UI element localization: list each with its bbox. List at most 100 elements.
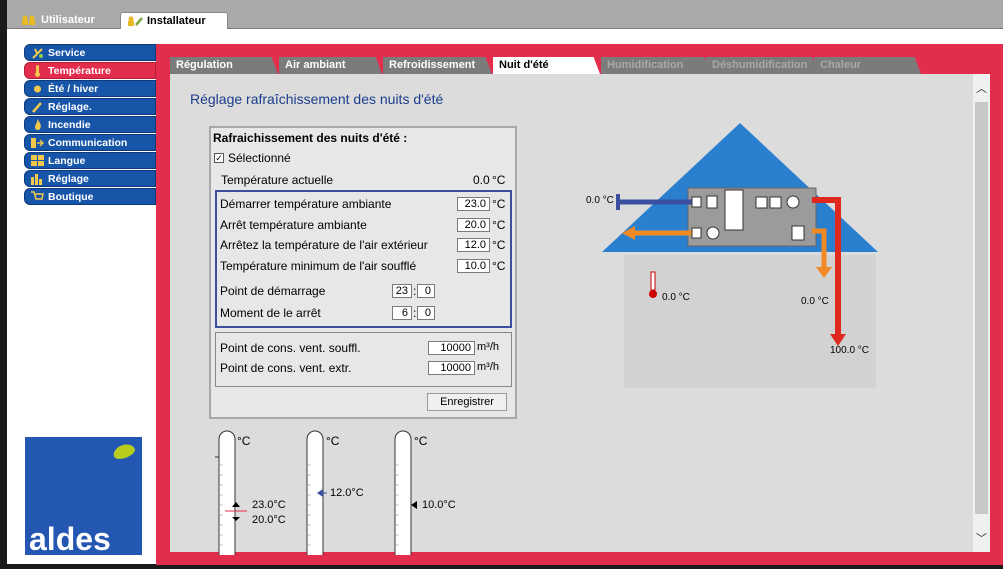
cart-icon [31,191,44,200]
tab-label: Chaleur [820,59,861,71]
tab-nuit-ete[interactable]: Nuit d'été [493,57,600,74]
tab-refroidissement[interactable]: Refroidissement [383,57,492,74]
window-left-border [0,0,7,569]
installer-icon [128,16,143,26]
outdoor-stop-input[interactable]: 12.0 [457,238,490,252]
thermometer-icon [35,65,40,77]
communication-icon [31,138,44,148]
scroll-up-icon[interactable]: ︿ [975,80,988,96]
tab-label: Refroidissement [389,59,476,71]
tab-chaleur[interactable]: Chaleur [814,57,921,74]
flow-unit: m³/h [477,341,499,353]
settings-bars-icon [31,174,42,185]
sidebar: Service Température Été / hiver Réglage.… [24,44,156,206]
stop-hour-input[interactable]: 6 [392,306,412,320]
save-button[interactable]: Enregistrer [427,393,507,411]
sidebar-item-label: Réglage. [48,101,92,113]
room-temp: 0.0 °C [662,292,690,303]
marker-min-supply: 10.0°C [422,499,456,511]
min-supply-label: Température minimum de l'air soufflé [220,259,417,273]
start-temp-label: Démarrer température ambiante [220,197,392,211]
fire-icon [35,119,41,131]
stop-point-label: Moment de le arrêt [220,306,321,320]
aldes-logo: aldes [25,437,142,557]
thermometer-1-icon [215,430,247,555]
min-supply-input[interactable]: 10.0 [457,259,490,273]
tab-utilisateur-label: Utilisateur [41,14,95,26]
sidebar-item-reglage-point[interactable]: Réglage. [24,98,156,115]
thermometer-2-unit: °C [326,434,340,448]
users-icon [22,15,35,25]
unit-label: °C [492,238,506,252]
sidebar-item-service[interactable]: Service [24,44,156,61]
extract-flow-input[interactable]: 10000 [428,361,475,375]
tab-installateur-label: Installateur [147,15,206,27]
panel-title: Rafraichissement des nuits d'été : [213,131,408,145]
thermometer-3-unit: °C [414,434,428,448]
stop-temp-input[interactable]: 20.0 [457,218,490,232]
stop-minute-input[interactable]: 0 [417,306,435,320]
scroll-down-icon[interactable]: ﹀ [975,530,988,546]
sidebar-item-reglage[interactable]: Réglage [24,170,156,187]
sidebar-item-temperature[interactable]: Température [24,62,156,79]
current-temp-value: 0.0 [473,173,490,187]
outside-air-temp: 0.0 °C [586,195,614,206]
sidebar-item-incendie[interactable]: Incendie [24,116,156,133]
tab-label: Nuit d'été [499,59,549,71]
tab-label: Régulation [176,59,233,71]
outdoor-stop-label: Arrêtez la température de l'air extérieu… [220,238,428,252]
unit-label: °C [492,259,506,273]
vertical-scrollbar[interactable]: ︿ ﹀ [973,74,990,552]
service-icon [32,48,43,59]
sidebar-item-label: Réglage [48,173,89,185]
sidebar-item-ete-hiver[interactable]: Été / hiver [24,80,156,97]
sidebar-item-label: Service [48,47,86,59]
language-icon [31,155,44,166]
time-colon: : [413,306,417,320]
marker-start-temp: 23.0°C [252,499,286,511]
start-hour-input[interactable]: 23 [392,284,412,298]
sidebar-item-communication[interactable]: Communication [24,134,156,151]
room-thermometer-icon [650,271,656,291]
tab-deshumidification[interactable]: Déshumidification [706,57,819,74]
flow-unit: m³/h [477,361,499,373]
sidebar-item-langue[interactable]: Langue [24,152,156,169]
logo-text: aldes [29,521,111,557]
tab-label: Humidification [607,59,684,71]
current-temp-unit: °C [492,173,506,187]
start-minute-input[interactable]: 0 [417,284,435,298]
sidebar-item-label: Boutique [48,191,94,203]
time-colon: : [413,284,417,298]
tab-label: Air ambiant [285,59,346,71]
selected-label: Sélectionné [228,151,291,165]
thermometer-1-unit: °C [237,434,251,448]
sun-icon [34,85,41,93]
tab-installateur[interactable]: Installateur [120,12,228,29]
ventilation-diagram [602,123,878,346]
leaf-icon [111,441,137,462]
sidebar-item-boutique[interactable]: Boutique [24,188,156,205]
extract-flow-label: Point de cons. vent. extr. [220,361,352,375]
supply-flow-input[interactable]: 10000 [428,341,475,355]
sidebar-item-label: Température [48,65,111,77]
supply-flow-label: Point de cons. vent. souffl. [220,341,361,355]
tab-humidification[interactable]: Humidification [601,57,711,74]
selected-checkbox[interactable]: ✓ [214,153,224,163]
exhaust-air-temp: 100.0 °C [830,345,870,356]
tab-air-ambiant[interactable]: Air ambiant [279,57,382,74]
tab-utilisateur[interactable]: Utilisateur [15,12,110,29]
wrench-icon [32,102,42,113]
marker-outdoor-temp: 12.0°C [330,487,364,499]
top-tab-bar: Utilisateur Installateur [7,0,1003,29]
scroll-thumb[interactable] [975,102,988,514]
tab-regulation[interactable]: Régulation [170,57,278,74]
current-temp-label: Température actuelle [221,173,334,187]
thermometer-2-icon [306,430,327,555]
start-temp-input[interactable]: 23.0 [457,197,490,211]
sidebar-item-label: Incendie [48,119,91,131]
sidebar-item-label: Communication [48,137,128,149]
marker-stop-temp: 20.0°C [252,514,286,526]
unit-label: °C [492,197,506,211]
thermometer-3-icon [394,430,417,555]
sidebar-item-label: Été / hiver [48,83,99,95]
